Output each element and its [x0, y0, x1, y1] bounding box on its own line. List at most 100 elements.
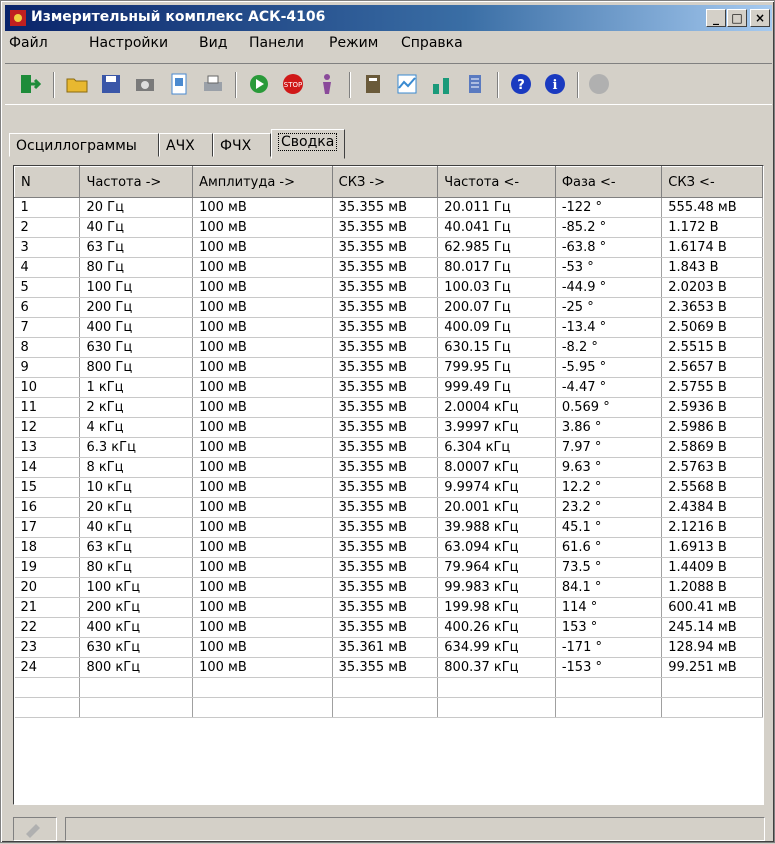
column-header[interactable]: Частота ->	[79, 166, 194, 198]
table-row[interactable]: 22 400 кГц 100 мВ 35.355 мВ 400.26 кГц 153 ° 2…	[14, 617, 763, 638]
table-cell: 4	[14, 257, 81, 278]
table-cell	[332, 677, 439, 698]
table-cell	[14, 677, 81, 698]
table-cell: -63.8 °	[555, 237, 663, 258]
table-cell: 634.99 кГц	[437, 637, 556, 658]
table-row[interactable]: 7 400 Гц 100 мВ 35.355 мВ 400.09 Гц -13.4 ° 2.…	[14, 317, 763, 338]
help-icon[interactable]: ?	[507, 70, 535, 98]
save-icon[interactable]	[97, 70, 125, 98]
table-cell: 2.5763 В	[661, 457, 763, 478]
table-cell: 114 °	[555, 597, 663, 618]
table-row[interactable]: 5 100 Гц 100 мВ 35.355 мВ 100.03 Гц -44.9 ° 2.…	[14, 277, 763, 298]
open-folder-icon[interactable]	[63, 70, 91, 98]
table-cell: 23	[14, 637, 81, 658]
table-cell: 35.355 мВ	[332, 657, 439, 678]
tab-oscillograms[interactable]: Осциллограммы	[9, 133, 159, 157]
table-row[interactable]: 2 40 Гц 100 мВ 35.355 мВ 40.041 Гц -85.2 ° 1.1…	[14, 217, 763, 238]
column-header[interactable]: Частота <-	[437, 166, 556, 198]
summary-grid[interactable]: N Частота -> Амплитуда -> СКЗ -> Частота <- Ф…	[13, 165, 764, 805]
table-row[interactable]: 16 20 кГц 100 мВ 35.355 мВ 20.001 кГц 23.2 ° 2…	[14, 497, 763, 518]
table-cell: 35.355 мВ	[332, 617, 439, 638]
table-row[interactable]: 17 40 кГц 100 мВ 35.355 мВ 39.988 кГц 45.1 ° 2…	[14, 517, 763, 538]
table-cell: 99.983 кГц	[437, 577, 556, 598]
stop-icon[interactable]: STOP	[279, 70, 307, 98]
print-icon[interactable]	[199, 70, 227, 98]
table-row[interactable]: 6 200 Гц 100 мВ 35.355 мВ 200.07 Гц -25 ° 2.36…	[14, 297, 763, 318]
close-button[interactable]: ×	[750, 9, 770, 27]
table-cell: 100 мВ	[192, 237, 333, 258]
menu-help[interactable]: Справка	[401, 35, 463, 51]
tab-afc[interactable]: АЧХ	[159, 133, 213, 157]
camera-icon[interactable]	[131, 70, 159, 98]
status-bar	[5, 813, 772, 841]
table-row[interactable]: 12 4 кГц 100 мВ 35.355 мВ 3.9997 кГц 3.86 ° 2.…	[14, 417, 763, 438]
menu-mode[interactable]: Режим	[329, 35, 378, 51]
table-cell: -13.4 °	[555, 317, 663, 338]
book-icon[interactable]	[359, 70, 387, 98]
table-cell: 2.5869 В	[661, 437, 763, 458]
minimize-button[interactable]: _	[706, 9, 726, 27]
column-header[interactable]: Амплитуда ->	[192, 166, 333, 198]
table-row[interactable]: 24 800 кГц 100 мВ 35.355 мВ 800.37 кГц -153 °…	[14, 657, 763, 678]
table-cell: 630 кГц	[79, 637, 194, 658]
table-row[interactable]: 23 630 кГц 100 мВ 35.361 мВ 634.99 кГц -171 °…	[14, 637, 763, 658]
status-panel	[65, 817, 765, 841]
table-cell: 100 мВ	[192, 377, 333, 398]
column-header[interactable]: N	[14, 166, 81, 198]
table-row[interactable]: 8 630 Гц 100 мВ 35.355 мВ 630.15 Гц -8.2 ° 2.5…	[14, 337, 763, 358]
table-row[interactable]: 10 1 кГц 100 мВ 35.355 мВ 999.49 Гц -4.47 ° 2.…	[14, 377, 763, 398]
table-cell: 800 Гц	[79, 357, 194, 378]
table-row[interactable]: 14 8 кГц 100 мВ 35.355 мВ 8.0007 кГц 9.63 ° 2.…	[14, 457, 763, 478]
table-cell: 23.2 °	[555, 497, 663, 518]
table-row[interactable]: 11 2 кГц 100 мВ 35.355 мВ 2.0004 кГц 0.569 ° 2…	[14, 397, 763, 418]
table-cell: 100 мВ	[192, 517, 333, 538]
title-bar[interactable]: Измерительный комплекс АСК-4106 _ □ ×	[5, 5, 772, 31]
menu-panels[interactable]: Панели	[249, 35, 304, 51]
column-header[interactable]: СКЗ <-	[661, 166, 763, 198]
table-row[interactable]: 15 10 кГц 100 мВ 35.355 мВ 9.9974 кГц 12.2 ° 2…	[14, 477, 763, 498]
table-cell: 1.6913 В	[661, 537, 763, 558]
table-row[interactable]: 21 200 кГц 100 мВ 35.355 мВ 199.98 кГц 114 ° 6…	[14, 597, 763, 618]
chart-icon[interactable]	[393, 70, 421, 98]
table-cell: 2.0203 В	[661, 277, 763, 298]
table-cell: 13	[14, 437, 81, 458]
table-row[interactable]: 20 100 кГц 100 мВ 35.355 мВ 99.983 кГц 84.1 °…	[14, 577, 763, 598]
table-row[interactable]: 3 63 Гц 100 мВ 35.355 мВ 62.985 Гц -63.8 ° 1.6…	[14, 237, 763, 258]
table-cell: 35.355 мВ	[332, 557, 439, 578]
wizard-icon[interactable]	[313, 70, 341, 98]
maximize-button[interactable]: □	[727, 9, 747, 27]
table-cell: 1	[14, 197, 81, 218]
status-edit-icon	[13, 817, 57, 841]
column-header[interactable]: СКЗ ->	[331, 166, 439, 198]
table-cell: 8 кГц	[79, 457, 194, 478]
summary-table: N Частота -> Амплитуда -> СКЗ -> Частота <- Ф…	[14, 166, 763, 718]
table-cell: 100 мВ	[192, 637, 333, 658]
exit-icon[interactable]	[15, 70, 43, 98]
table-cell: 35.355 мВ	[332, 397, 439, 418]
table-cell: -4.47 °	[555, 377, 663, 398]
table-cell: 400 кГц	[79, 617, 194, 638]
tools-icon[interactable]	[427, 70, 455, 98]
menu-file[interactable]: Файл	[9, 35, 48, 51]
table-cell: 7.97 °	[555, 437, 663, 458]
table-row[interactable]: 1 20 Гц 100 мВ 35.355 мВ 20.011 Гц -122 ° 555.…	[14, 197, 763, 218]
run-icon[interactable]	[245, 70, 273, 98]
menu-view[interactable]: Вид	[199, 35, 227, 51]
table-cell: 12	[14, 417, 81, 438]
table-cell: 200 Гц	[79, 297, 194, 318]
table-row[interactable]: 13 6.3 кГц 100 мВ 35.355 мВ 6.304 кГц 7.97 ° 2…	[14, 437, 763, 458]
settings-icon[interactable]	[461, 70, 489, 98]
table-row[interactable]: 19 80 кГц 100 мВ 35.355 мВ 79.964 кГц 73.5 ° 1…	[14, 557, 763, 578]
preview-icon[interactable]	[165, 70, 193, 98]
table-cell: 9.63 °	[555, 457, 663, 478]
tab-summary[interactable]: Сводка	[271, 129, 345, 159]
table-row[interactable]: 9 800 Гц 100 мВ 35.355 мВ 799.95 Гц -5.95 ° 2.…	[14, 357, 763, 378]
table-row[interactable]: 18 63 кГц 100 мВ 35.355 мВ 63.094 кГц 61.6 ° 1…	[14, 537, 763, 558]
info-icon[interactable]: i	[541, 70, 569, 98]
menu-settings[interactable]: Настройки	[89, 35, 168, 51]
tab-pfc[interactable]: ФЧХ	[213, 133, 271, 157]
table-cell: 199.98 кГц	[437, 597, 556, 618]
table-row[interactable]: 4 80 Гц 100 мВ 35.355 мВ 80.017 Гц -53 ° 1.843…	[14, 257, 763, 278]
table-cell: 63 кГц	[79, 537, 194, 558]
column-header[interactable]: Фаза <-	[554, 166, 663, 198]
